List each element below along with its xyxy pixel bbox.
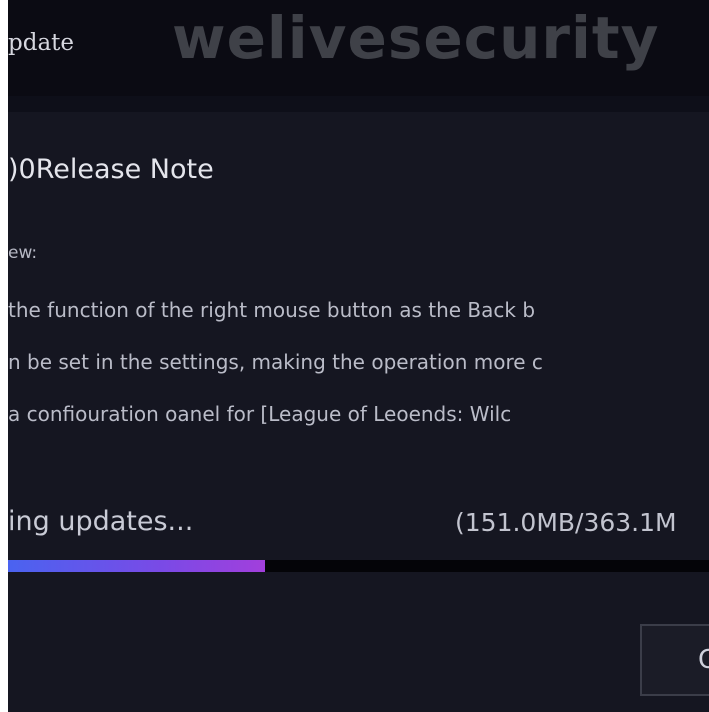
release-note-title: )0Release Note — [8, 154, 214, 185]
release-note-line: n be set in the settings, making the ope… — [8, 350, 543, 374]
watermark-logo: welivesecurity — [172, 4, 660, 72]
whats-new-label: ew: — [8, 243, 38, 263]
cancel-button[interactable]: C — [640, 624, 709, 696]
download-size: (151.0MB/363.1M — [455, 508, 677, 537]
release-note-line: a confiouration oanel for [League of Leo… — [8, 402, 512, 426]
download-progress-fill — [8, 560, 265, 572]
title-bar: pdate welivesecurity — [8, 0, 709, 96]
updater-window: pdate welivesecurity )0Release Note ew: … — [8, 0, 709, 712]
download-progress-bar — [8, 560, 709, 572]
release-panel: )0Release Note ew: the function of the r… — [8, 112, 709, 712]
window-title: pdate — [8, 30, 75, 56]
release-note-line: the function of the right mouse button a… — [8, 298, 536, 322]
download-status: ing updates... — [8, 506, 194, 537]
